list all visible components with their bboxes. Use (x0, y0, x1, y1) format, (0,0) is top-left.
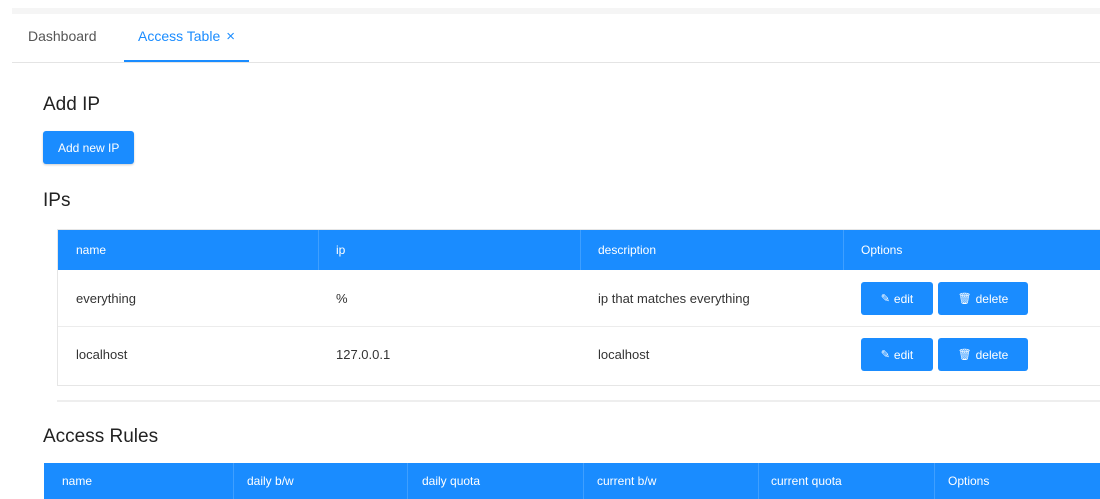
tab-access-table-label: Access Table (138, 28, 221, 44)
top-bar (0, 0, 1100, 8)
delete-label: delete (975, 347, 1009, 362)
ip-name-cell: localhost (76, 347, 128, 362)
pencil-icon: ✎ (880, 293, 890, 305)
edit-label: edit (893, 347, 914, 362)
ip-address-cell: % (336, 291, 348, 306)
ip-options-cell: ✎ edit 🗑 delete (861, 327, 1028, 382)
rules-col-divider (233, 463, 234, 499)
ips-table: name ip description Options everything %… (57, 229, 1100, 386)
delete-label: delete (975, 291, 1009, 306)
ips-col-divider (843, 230, 844, 270)
rules-col-daily-bw: daily b/w (247, 474, 294, 488)
ip-description-cell: localhost (598, 347, 650, 362)
section-divider (57, 400, 1100, 402)
delete-button[interactable]: 🗑 delete (938, 282, 1028, 315)
edit-button[interactable]: ✎ edit (861, 282, 933, 315)
trash-icon: 🗑 (957, 349, 972, 361)
ips-heading: IPs (43, 190, 71, 211)
edit-button[interactable]: ✎ edit (861, 338, 933, 371)
tab-dashboard-label: Dashboard (28, 28, 97, 44)
ips-col-options: Options (861, 243, 903, 257)
rules-col-options: Options (948, 474, 990, 488)
edit-label: edit (893, 291, 914, 306)
ips-col-description: description (598, 243, 657, 257)
ip-options-cell: ✎ edit 🗑 delete (861, 271, 1028, 326)
tab-bar: Dashboard Access Table × (12, 14, 1100, 63)
rules-col-current-quota: current quota (771, 474, 842, 488)
ip-description-cell: ip that matches everything (598, 291, 750, 306)
rules-col-name: name (62, 474, 93, 488)
ips-col-ip: ip (336, 243, 346, 257)
ip-name-cell: everything (76, 291, 136, 306)
add-new-ip-button[interactable]: Add new IP (43, 131, 135, 164)
rules-col-current-bw: current b/w (597, 474, 657, 488)
trash-icon: 🗑 (957, 293, 972, 305)
ips-col-name: name (76, 243, 107, 257)
delete-button[interactable]: 🗑 delete (938, 338, 1028, 371)
tab-dashboard[interactable]: Dashboard (28, 14, 97, 62)
pencil-icon: ✎ (880, 349, 890, 361)
rules-col-daily-quota: daily quota (422, 474, 481, 488)
close-icon[interactable]: × (226, 28, 235, 45)
table-row: everything % ip that matches everything … (58, 271, 1100, 327)
table-row: localhost 127.0.0.1 localhost ✎ edit 🗑 d… (58, 327, 1100, 382)
rules-col-divider (758, 463, 759, 499)
access-rules-table-header: name daily b/w daily quota current b/w c… (44, 463, 1100, 499)
ips-col-divider (318, 230, 319, 270)
rules-col-divider (407, 463, 408, 499)
add-ip-heading: Add IP (43, 94, 101, 115)
tab-access-table[interactable]: Access Table × (124, 14, 249, 62)
access-rules-heading: Access Rules (43, 426, 159, 447)
ips-table-header: name ip description Options (58, 230, 1100, 270)
rules-col-divider (583, 463, 584, 499)
rules-col-divider (934, 463, 935, 499)
ip-address-cell: 127.0.0.1 (336, 347, 391, 362)
ips-col-divider (580, 230, 581, 270)
